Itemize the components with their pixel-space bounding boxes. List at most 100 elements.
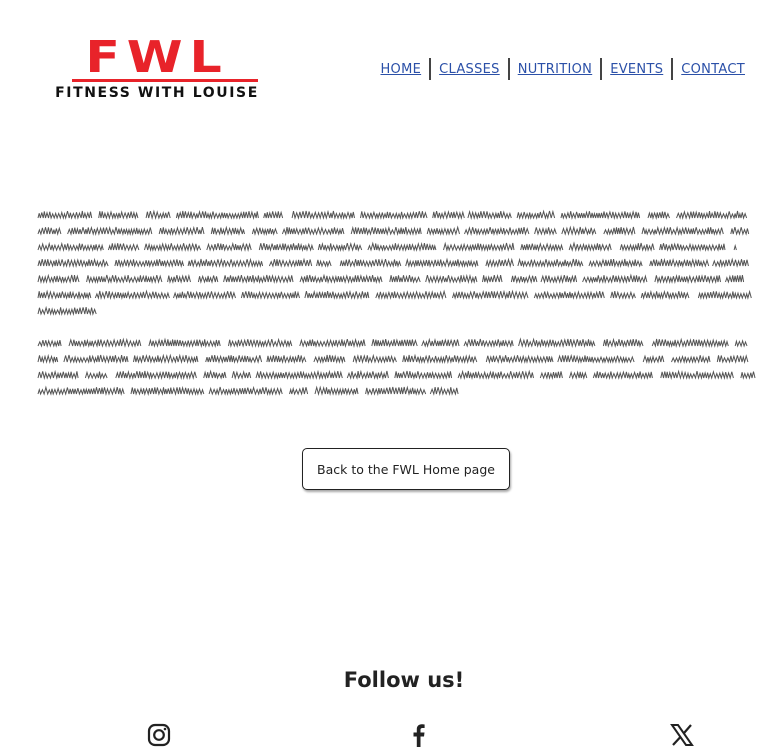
scribble-word: [371, 338, 418, 348]
scribble-word: [568, 241, 612, 252]
back-home-button[interactable]: Back to the FWL Home page: [302, 448, 510, 490]
scribble-text-line: [37, 385, 459, 396]
scribble-text-line: [37, 369, 756, 380]
scribble-word: [37, 273, 80, 284]
nav-nutrition[interactable]: NUTRITION: [510, 62, 600, 77]
scribble-word: [649, 257, 710, 268]
scribble-word: [733, 243, 737, 251]
fwl-logo[interactable]: FWL FITNESS WITH LOUISE: [12, 32, 302, 102]
scribble-word: [557, 353, 635, 364]
scribble-word: [240, 290, 300, 300]
nav-classes[interactable]: CLASSES: [431, 62, 508, 77]
scribble-word: [463, 338, 514, 348]
scribble-word: [167, 273, 191, 284]
scribble-word: [208, 385, 283, 396]
scribble-word: [205, 354, 263, 364]
scribble-word: [510, 274, 538, 284]
follow-heading: Follow us!: [343, 668, 465, 692]
scribble-word: [63, 354, 129, 364]
scribble-word: [375, 289, 447, 300]
scribble-word: [443, 241, 515, 252]
illegible-paragraph-2: [36, 336, 762, 400]
scribble-word: [360, 210, 428, 220]
scribble-text-line: [37, 225, 750, 236]
instagram-icon[interactable]: [144, 720, 174, 750]
nav-home[interactable]: HOME: [372, 62, 429, 77]
scribble-word: [533, 290, 605, 300]
scribble-word: [425, 273, 478, 284]
logo-mark: FWL: [85, 32, 229, 83]
scribble-word: [255, 369, 343, 380]
scribble-word: [107, 242, 140, 252]
scribble-word: [352, 353, 397, 364]
scribble-word: [289, 386, 309, 396]
logo-underline: [72, 79, 258, 82]
scribble-word: [561, 225, 597, 236]
scribble-word: [517, 257, 584, 268]
scribble-word: [94, 289, 170, 300]
scribble-word: [651, 337, 729, 348]
scribble-word: [619, 242, 655, 252]
scribble-word: [560, 209, 641, 220]
scribble-word: [175, 209, 259, 220]
scribble-word: [734, 339, 748, 348]
scribble-word: [187, 257, 264, 268]
scribble-word: [516, 209, 556, 220]
x-icon[interactable]: [667, 720, 697, 750]
scribble-word: [299, 273, 383, 284]
scribble-word: [314, 385, 359, 396]
scribble-word: [429, 386, 459, 396]
page-body: [36, 208, 762, 416]
scribble-text-line: [37, 353, 749, 364]
scribble-word: [730, 226, 750, 236]
scribble-word: [485, 257, 514, 268]
scribble-word: [582, 273, 648, 284]
scribble-word: [197, 274, 219, 284]
scribble-word: [304, 289, 370, 300]
nav-events[interactable]: EVENTS: [602, 62, 671, 77]
scribble-word: [467, 209, 512, 220]
scribble-word: [389, 274, 421, 284]
scribble-word: [316, 259, 332, 268]
scribble-word: [740, 371, 756, 380]
scribble-word: [144, 242, 202, 252]
scribble-word: [457, 369, 534, 380]
scribble-word: [647, 211, 670, 220]
scribble-word: [610, 290, 636, 300]
scribble-word: [231, 370, 252, 380]
scribble-text-line: [37, 257, 749, 268]
scribble-word: [539, 371, 563, 380]
scribble-word: [266, 354, 307, 364]
scribble-word: [654, 274, 721, 284]
scribble-word: [115, 370, 197, 380]
scribble-word: [37, 226, 62, 236]
scribble-word: [37, 241, 104, 252]
scribble-word: [114, 258, 185, 268]
scribble-word: [676, 210, 748, 220]
scribble-word: [158, 225, 205, 236]
nav-contact[interactable]: CONTACT: [673, 62, 753, 77]
scribble-word: [485, 354, 554, 364]
scribble-text-line: [37, 289, 752, 300]
scribble-word: [37, 385, 125, 396]
scribble-word: [268, 257, 313, 268]
scribble-word: [671, 354, 711, 364]
scribble-word: [518, 337, 596, 348]
facebook-icon[interactable]: [404, 720, 434, 750]
scribble-word: [534, 226, 557, 236]
scribble-word: [394, 370, 453, 380]
scribble-word: [37, 353, 59, 364]
scribble-word: [405, 257, 479, 268]
scribble-word: [281, 226, 345, 236]
scribble-word: [37, 210, 93, 220]
scribble-word: [148, 337, 221, 348]
scribble-word: [426, 225, 460, 236]
scribble-word: [697, 289, 752, 300]
scribble-word: [482, 273, 503, 284]
scribble-word: [206, 241, 252, 252]
scribble-word: [421, 337, 460, 348]
scribble-word: [130, 385, 205, 396]
scribble-word: [68, 337, 142, 348]
scribble-text-line: [37, 241, 737, 252]
scribble-word: [317, 242, 363, 252]
